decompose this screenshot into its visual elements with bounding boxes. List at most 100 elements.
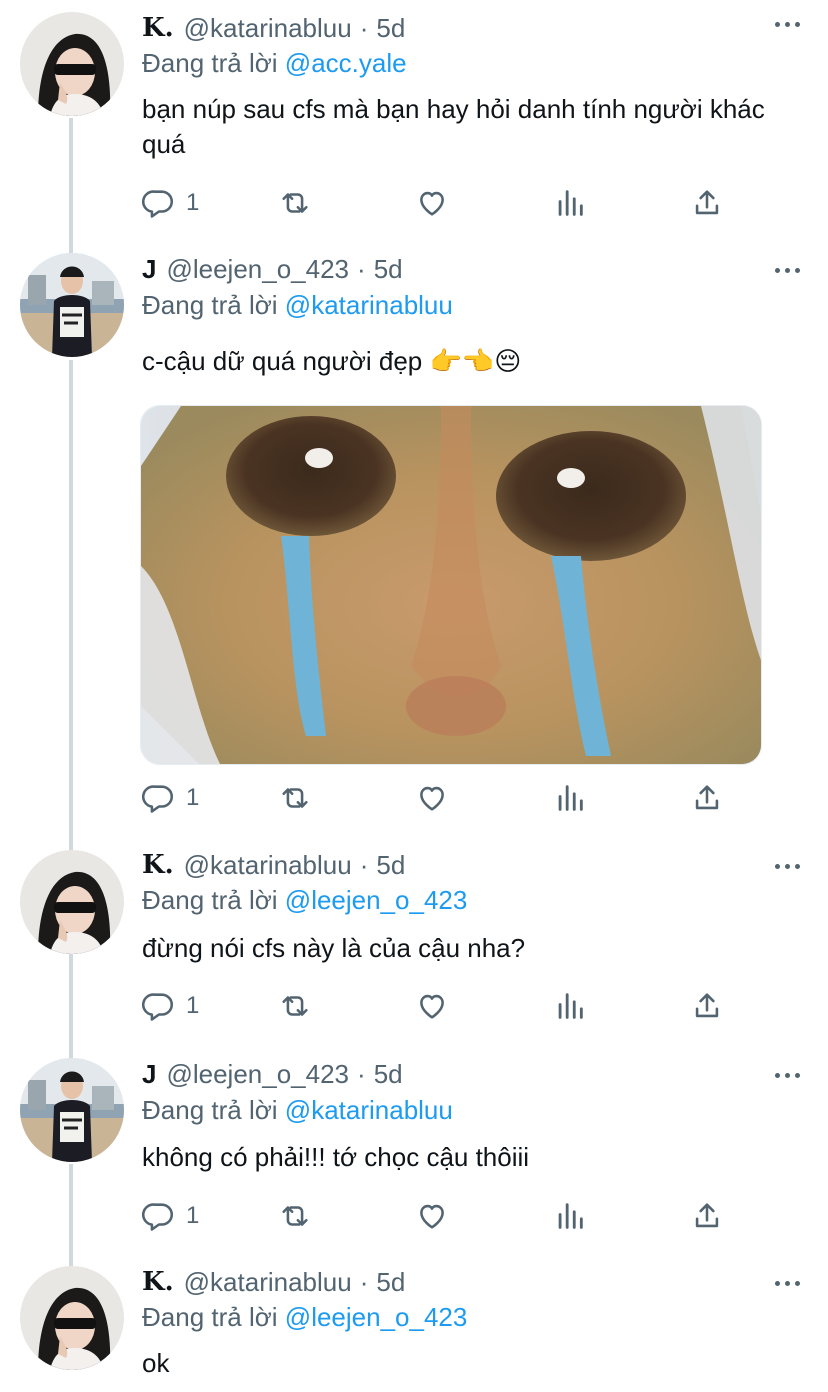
reply-count: 1 bbox=[186, 189, 200, 216]
like-icon bbox=[420, 786, 444, 811]
separator: · bbox=[359, 12, 369, 43]
avatar[interactable] bbox=[20, 1058, 124, 1162]
timestamp[interactable]: 5d bbox=[374, 254, 403, 285]
crying-cat-image bbox=[141, 406, 761, 764]
username[interactable]: @katarinabluu bbox=[184, 1267, 352, 1298]
like-button[interactable] bbox=[415, 1196, 449, 1236]
username[interactable]: @leejen_o_423 bbox=[166, 254, 349, 285]
share-button[interactable] bbox=[690, 1196, 724, 1236]
separator: · bbox=[359, 1266, 369, 1297]
separator: · bbox=[359, 849, 369, 880]
views-button[interactable] bbox=[553, 778, 587, 818]
more-icon[interactable] bbox=[775, 22, 800, 27]
reply-icon bbox=[142, 190, 174, 218]
views-button[interactable] bbox=[553, 1196, 587, 1236]
tweet-header: K. @katarinabluu · 5d bbox=[142, 849, 405, 881]
views-icon bbox=[558, 993, 583, 1019]
views-button[interactable] bbox=[553, 986, 587, 1026]
avatar[interactable] bbox=[20, 253, 124, 357]
like-button[interactable] bbox=[415, 986, 449, 1026]
views-icon bbox=[558, 1203, 583, 1229]
avatar-image bbox=[20, 253, 124, 357]
avatar-image bbox=[20, 12, 124, 116]
username[interactable]: @katarinabluu bbox=[184, 13, 352, 44]
timestamp[interactable]: 5d bbox=[376, 13, 405, 44]
mention-link[interactable]: @acc.yale bbox=[285, 48, 407, 78]
reply-icon bbox=[142, 993, 174, 1021]
display-name[interactable]: K. bbox=[142, 1267, 174, 1297]
share-button[interactable] bbox=[690, 183, 724, 223]
timestamp[interactable]: 5d bbox=[374, 1059, 403, 1090]
display-name[interactable]: K. bbox=[142, 13, 174, 43]
avatar[interactable] bbox=[20, 1266, 124, 1370]
retweet-icon bbox=[282, 193, 308, 213]
like-icon bbox=[420, 1204, 444, 1229]
action-bar: 1 bbox=[142, 183, 742, 223]
avatar-image bbox=[20, 850, 124, 954]
share-button[interactable] bbox=[690, 778, 724, 818]
replying-prefix: Đang trả lời bbox=[142, 48, 278, 78]
retweet-button[interactable] bbox=[278, 986, 312, 1026]
tweet-header: J @leejen_o_423 · 5d bbox=[142, 253, 403, 285]
username[interactable]: @leejen_o_423 bbox=[166, 1059, 349, 1090]
like-button[interactable] bbox=[415, 183, 449, 223]
retweet-button[interactable] bbox=[278, 183, 312, 223]
separator: · bbox=[357, 253, 366, 284]
tweet[interactable]: K. @katarinabluu · 5d Đang trả lời @acc.… bbox=[0, 0, 828, 240]
more-icon[interactable] bbox=[775, 1073, 800, 1078]
tweet-text: đừng nói cfs này là của cậu nha? bbox=[142, 933, 526, 963]
avatar[interactable] bbox=[20, 12, 124, 116]
replying-to: Đang trả lời @acc.yale bbox=[142, 48, 407, 79]
reply-button[interactable]: 1 bbox=[142, 1196, 199, 1236]
display-name[interactable]: J bbox=[142, 1059, 156, 1090]
tweet-header: K. @katarinabluu · 5d bbox=[142, 1266, 405, 1298]
share-button[interactable] bbox=[690, 986, 724, 1026]
action-bar: 1 bbox=[142, 1196, 742, 1236]
tweet-header: K. @katarinabluu · 5d bbox=[142, 12, 405, 44]
mention-link[interactable]: @katarinabluu bbox=[285, 1095, 453, 1125]
tweet[interactable]: J @leejen_o_423 · 5d Đang trả lời @katar… bbox=[0, 1048, 828, 1258]
more-icon[interactable] bbox=[775, 1281, 800, 1286]
tweet-text: c-cậu dữ quá người đẹp 👉👈😔 bbox=[142, 346, 522, 376]
separator: · bbox=[357, 1058, 366, 1089]
tweet-header: J @leejen_o_423 · 5d bbox=[142, 1058, 403, 1090]
display-name[interactable]: J bbox=[142, 254, 156, 285]
reply-button[interactable]: 1 bbox=[142, 986, 199, 1026]
more-icon[interactable] bbox=[775, 864, 800, 869]
retweet-icon bbox=[282, 788, 308, 808]
views-button[interactable] bbox=[553, 183, 587, 223]
tweet-text: ok bbox=[142, 1348, 170, 1378]
retweet-icon bbox=[282, 1206, 308, 1226]
reply-icon bbox=[142, 785, 174, 813]
reply-button[interactable]: 1 bbox=[142, 778, 199, 818]
tweet[interactable]: K. @katarinabluu · 5d Đang trả lời @leej… bbox=[0, 838, 828, 1048]
mention-link[interactable]: @katarinabluu bbox=[285, 290, 453, 320]
reply-icon bbox=[142, 1203, 174, 1231]
avatar-image bbox=[20, 1266, 124, 1370]
mention-link[interactable]: @leejen_o_423 bbox=[285, 1302, 468, 1332]
retweet-button[interactable] bbox=[278, 1196, 312, 1236]
views-icon bbox=[558, 785, 583, 811]
replying-to: Đang trả lời @katarinabluu bbox=[142, 1095, 453, 1126]
share-icon bbox=[695, 993, 719, 1018]
avatar[interactable] bbox=[20, 850, 124, 954]
mention-link[interactable]: @leejen_o_423 bbox=[285, 885, 468, 915]
timestamp[interactable]: 5d bbox=[376, 850, 405, 881]
replying-prefix: Đang trả lời bbox=[142, 290, 278, 320]
reply-button[interactable]: 1 bbox=[142, 183, 199, 223]
retweet-icon bbox=[282, 996, 308, 1016]
tweet-text: bạn núp sau cfs mà bạn hay hỏi danh tính… bbox=[142, 94, 765, 159]
retweet-button[interactable] bbox=[278, 778, 312, 818]
username[interactable]: @katarinabluu bbox=[184, 850, 352, 881]
replying-to: Đang trả lời @leejen_o_423 bbox=[142, 1302, 467, 1333]
tweet-media-image[interactable] bbox=[140, 405, 762, 765]
display-name[interactable]: K. bbox=[142, 850, 174, 880]
tweet[interactable]: K. @katarinabluu · 5d Đang trả lời @leej… bbox=[0, 1258, 828, 1392]
replying-to: Đang trả lời @leejen_o_423 bbox=[142, 885, 467, 916]
like-icon bbox=[420, 191, 444, 216]
more-icon[interactable] bbox=[775, 268, 800, 273]
timestamp[interactable]: 5d bbox=[376, 1267, 405, 1298]
like-button[interactable] bbox=[415, 778, 449, 818]
like-icon bbox=[420, 994, 444, 1019]
share-icon bbox=[695, 785, 719, 810]
